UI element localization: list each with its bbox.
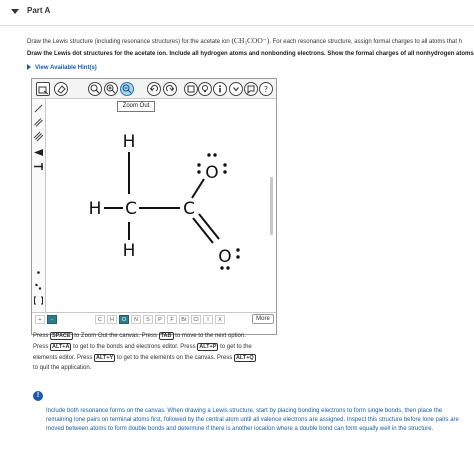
single-bond-tool-icon[interactable] (33, 103, 44, 114)
element-cl-button[interactable]: Cl (191, 315, 201, 324)
element-n-button[interactable]: N (131, 315, 141, 324)
element-palette: + - C H O N S P F Br Cl I X More (32, 312, 276, 325)
element-h-button[interactable]: H (107, 315, 117, 324)
wedge-bond-tool-icon[interactable] (33, 147, 44, 158)
key-tab: TAB (158, 332, 174, 340)
c-o-double-bond-a[interactable] (192, 217, 214, 244)
key-space: SPACE (50, 332, 73, 340)
hint-text: Include both resonance forms on the canv… (46, 408, 459, 432)
element-i-button[interactable]: I (203, 315, 213, 324)
lone-pair-tool-icon[interactable] (33, 281, 44, 292)
lone-electron-tool-icon[interactable] (33, 267, 44, 278)
element-c-button[interactable]: C (95, 315, 105, 324)
hash-bond-tool-icon[interactable] (33, 161, 44, 172)
part-header[interactable]: Part A (0, 0, 474, 26)
templates-icon[interactable] (184, 82, 198, 96)
info-icon[interactable] (213, 82, 227, 96)
bond-tools-panel (32, 99, 46, 312)
atom-o-bottom[interactable]: O (218, 247, 231, 267)
canvas-scrollbar[interactable] (270, 177, 273, 235)
svg-text:?: ? (264, 85, 268, 94)
bracket-tool-icon[interactable] (33, 295, 44, 306)
zoom-in-icon[interactable] (104, 82, 118, 96)
element-br-button[interactable]: Br (179, 315, 189, 324)
question-instruction: Draw the Lewis dot structures for the ac… (27, 51, 474, 57)
element-s-button[interactable]: S (143, 315, 153, 324)
feedback-icon[interactable] (244, 82, 258, 96)
lightbulb-icon[interactable] (198, 82, 212, 96)
atom-o-top[interactable]: O (205, 163, 218, 183)
undo-icon[interactable] (147, 82, 161, 96)
atom-h-left[interactable]: H (89, 199, 102, 219)
lewis-structure-editor[interactable]: ? Zoom Out H H C C H O O + - C H O N S P… (31, 78, 277, 335)
redo-icon[interactable] (163, 82, 177, 96)
acetate-formula: (CH₃COO⁻) (231, 36, 270, 45)
collapse-caret-icon[interactable] (11, 9, 19, 14)
alert-icon: ! (33, 391, 43, 401)
drawing-canvas[interactable]: H H C C H O O (47, 100, 269, 312)
double-bond-tool-icon[interactable] (33, 117, 44, 128)
triple-bond-tool-icon[interactable] (33, 131, 44, 142)
expand-triangle-icon (27, 64, 31, 70)
eraser-icon[interactable] (54, 82, 68, 96)
key-alt-a: ALT+A (50, 342, 72, 351)
c-o-single-bond[interactable] (191, 178, 205, 199)
editor-toolbar: ? (32, 79, 276, 99)
atom-h-top[interactable]: H (123, 132, 136, 152)
view-hints-link[interactable]: View Available Hint(s) (27, 64, 97, 71)
more-elements-button[interactable]: More (252, 314, 274, 324)
positive-charge-button[interactable]: + (35, 315, 45, 324)
c-o-double-bond-b[interactable] (198, 213, 220, 240)
zoom-fit-icon[interactable] (88, 82, 102, 96)
element-o-button[interactable]: O (119, 315, 129, 324)
key-alt-y: ALT+Y (94, 353, 116, 362)
element-f-button[interactable]: F (167, 315, 177, 324)
part-title: Part A (27, 6, 51, 15)
zoom-out-icon[interactable] (120, 82, 134, 96)
help-icon[interactable]: ? (259, 82, 273, 96)
negative-charge-button[interactable]: - (47, 315, 57, 324)
select-tool-icon[interactable] (36, 82, 50, 96)
chevron-down-icon[interactable] (229, 82, 243, 96)
keyboard-help: Press SPACE to Zoom Out the canvas. Pres… (33, 332, 256, 372)
question-description: Draw the Lewis structure (including reso… (27, 36, 463, 45)
element-x-button[interactable]: X (215, 315, 225, 324)
atom-h-bottom[interactable]: H (123, 241, 136, 261)
key-alt-p: ALT+P (197, 342, 219, 351)
key-alt-q: ALT+Q (233, 353, 256, 362)
atom-c2[interactable]: C (183, 199, 195, 219)
element-p-button[interactable]: P (155, 315, 165, 324)
atom-c1[interactable]: C (125, 199, 137, 219)
